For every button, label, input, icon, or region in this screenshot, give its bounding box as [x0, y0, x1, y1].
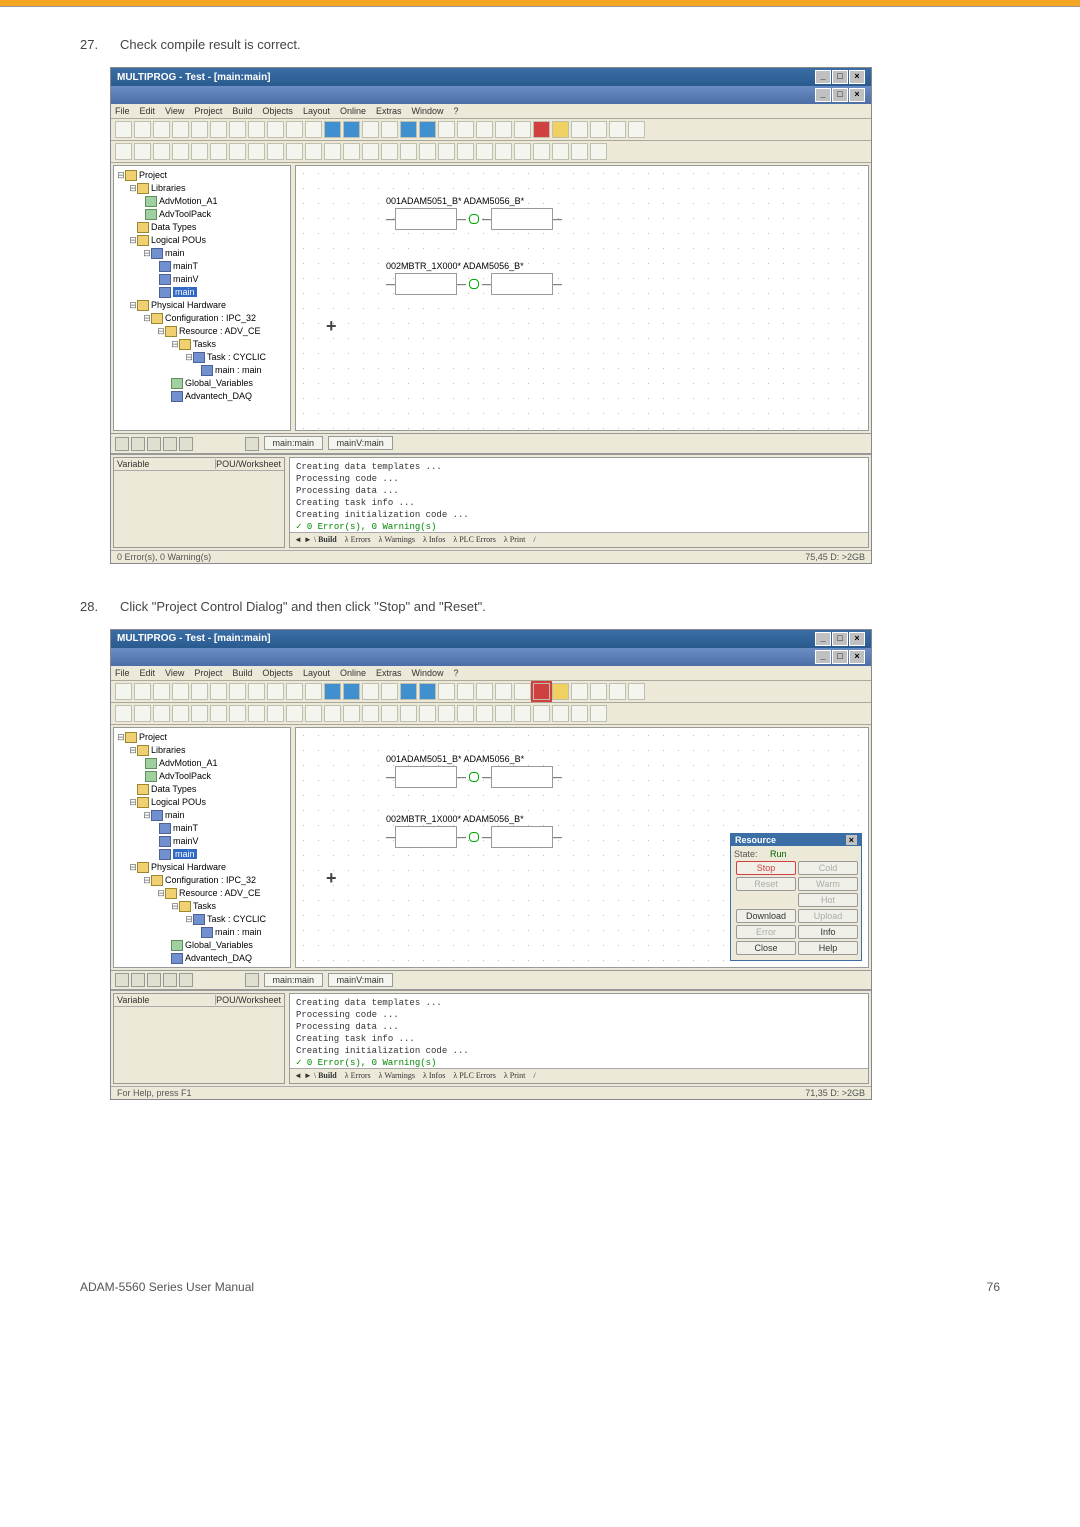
output-tabs[interactable]: ◄ ► \ Build λ Errors λ Warnings λ Infos …	[290, 1068, 868, 1083]
output-panel: Creating data templates ... Processing c…	[289, 993, 869, 1084]
tab-main[interactable]: main:main	[264, 436, 324, 450]
toolbar-2[interactable]	[111, 141, 871, 163]
reset-button[interactable]: Reset	[736, 877, 796, 891]
mdi-controls[interactable]: _□×	[814, 88, 865, 102]
project-tree[interactable]: ⊟Project ⊟Libraries AdvMotion_A1 AdvTool…	[113, 727, 291, 968]
info-button[interactable]: Info	[798, 925, 858, 939]
step28-text: Click "Project Control Dialog" and then …	[120, 599, 1000, 614]
stop-button[interactable]: Stop	[736, 861, 796, 875]
variable-panel[interactable]: VariablePOU/Worksheet	[113, 993, 285, 1084]
add-icon[interactable]: +	[326, 316, 337, 337]
window-title: MULTIPROG - Test - [main:main]	[117, 72, 271, 83]
window-title: MULTIPROG - Test - [main:main]	[117, 633, 271, 644]
toolbar-1[interactable]	[111, 681, 871, 703]
status-bar: For Help, press F171,35 D: >2GB	[111, 1086, 871, 1099]
window-controls[interactable]: _□×	[814, 70, 865, 84]
cold-button[interactable]: Cold	[798, 861, 858, 875]
error-button[interactable]: Error	[736, 925, 796, 939]
window-controls[interactable]: _□×	[814, 632, 865, 646]
step28-num: 28.	[80, 599, 120, 614]
project-tree[interactable]: ⊟Project ⊟Libraries AdvMotion_A1 AdvTool…	[113, 165, 291, 431]
screenshot-2: MULTIPROG - Test - [main:main] _□× _□× F…	[110, 629, 872, 1101]
warm-button[interactable]: Warm	[798, 877, 858, 891]
menubar[interactable]: FileEditViewProjectBuildObjectsLayoutOnl…	[111, 104, 871, 119]
output-panel: Creating data templates ... Processing c…	[289, 457, 869, 548]
status-bar: 0 Error(s), 0 Warning(s)75,45 D: >2GB	[111, 550, 871, 563]
download-button[interactable]: Download	[736, 909, 796, 923]
upload-button[interactable]: Upload	[798, 909, 858, 923]
mdi-controls[interactable]: _□×	[814, 650, 865, 664]
screenshot-1: MULTIPROG - Test - [main:main] _□× _□× F…	[110, 67, 872, 564]
step27-num: 27.	[80, 37, 120, 52]
tree-buttons[interactable]: main:main mainV:main	[111, 433, 871, 453]
diagram-canvas[interactable]: 001ADAM5051_B* ADAM5056_B* ———— 002MBTR_…	[295, 727, 869, 968]
variable-panel[interactable]: VariablePOU/Worksheet	[113, 457, 285, 548]
mdi-title	[117, 90, 120, 101]
menubar[interactable]: FileEditViewProjectBuildObjectsLayoutOnl…	[111, 666, 871, 681]
help-button[interactable]: Help	[798, 941, 858, 955]
close-button[interactable]: Close	[736, 941, 796, 955]
page-number: 76	[987, 1280, 1000, 1294]
diagram-canvas[interactable]: 001ADAM5051_B* ADAM5056_B* ———— 002MBTR_…	[295, 165, 869, 431]
close-icon[interactable]: ×	[846, 835, 857, 845]
step27-text: Check compile result is correct.	[120, 37, 1000, 52]
footer-left: ADAM-5560 Series User Manual	[80, 1280, 254, 1294]
resource-dialog[interactable]: Resource× State:Run StopCold ResetWarm .…	[730, 833, 862, 961]
hot-button[interactable]: Hot	[798, 893, 858, 907]
toolbar-1[interactable]	[111, 119, 871, 141]
tab-mainv[interactable]: mainV:main	[328, 436, 393, 450]
output-tabs[interactable]: ◄ ► \ Build λ Errors λ Warnings λ Infos …	[290, 532, 868, 547]
toolbar-2[interactable]	[111, 703, 871, 725]
tree-buttons[interactable]: main:main mainV:main	[111, 970, 871, 990]
add-icon[interactable]: +	[326, 868, 337, 889]
